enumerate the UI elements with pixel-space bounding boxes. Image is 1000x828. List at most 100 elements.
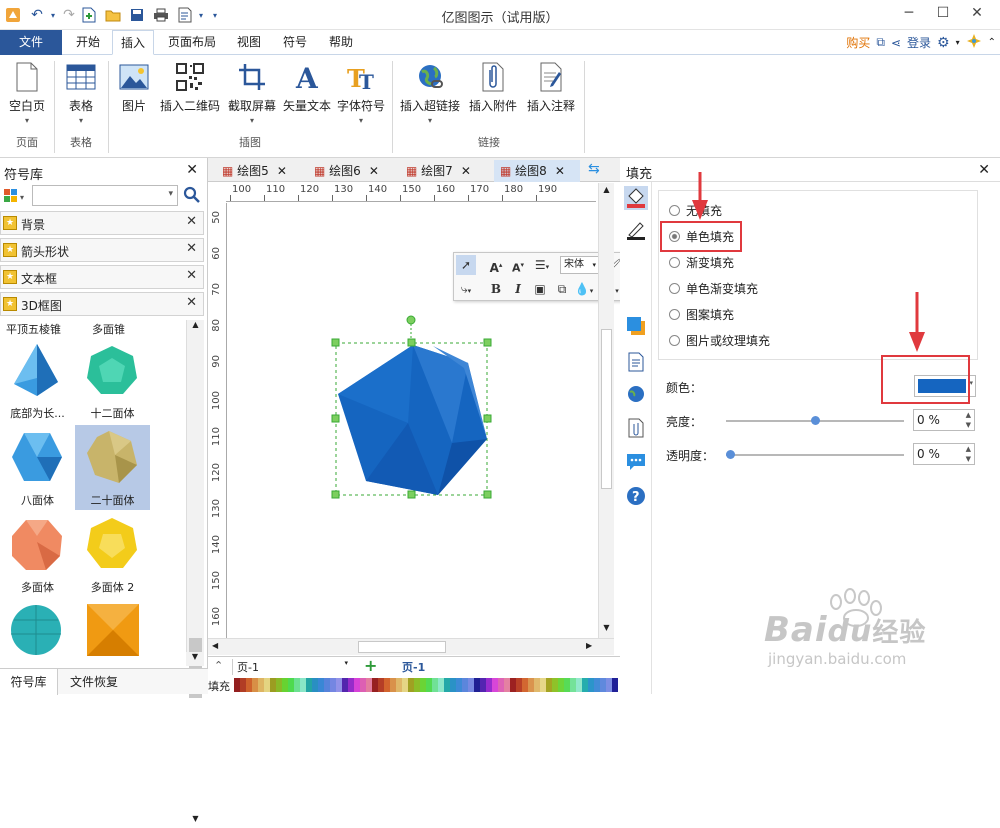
font-shrink-icon[interactable]: A▾	[508, 255, 528, 275]
doc-tab-5[interactable]: ▦ 绘图5 ✕	[222, 160, 287, 182]
share-icon[interactable]: ⋖	[891, 36, 901, 50]
search-dropdown-icon[interactable]: ▾	[168, 189, 173, 199]
select-pointer-icon[interactable]: ➚	[456, 255, 476, 275]
shape-item[interactable]: 底部为长...	[0, 338, 75, 423]
resize-handle[interactable]	[483, 338, 492, 347]
tab-symbol-library[interactable]: 符号库	[0, 669, 58, 695]
page-tab[interactable]: 页-1	[402, 659, 425, 675]
library-menu-icon[interactable]: ▾	[2, 186, 28, 206]
palette-swatch[interactable]	[612, 678, 618, 692]
tab-symbol[interactable]: 符号	[276, 30, 314, 55]
close-window-button[interactable]: ✕	[964, 2, 990, 24]
table-button[interactable]: 表格 ▾	[58, 59, 104, 125]
resize-handle[interactable]	[483, 490, 492, 499]
scroll-up-icon[interactable]: ▲	[187, 320, 204, 334]
collapse-ribbon-icon[interactable]: ⌃	[988, 37, 996, 48]
shadow-icon[interactable]	[626, 316, 646, 336]
category-background[interactable]: ★ 背景 ✕	[0, 211, 204, 235]
italic-icon[interactable]: I	[508, 279, 528, 299]
resize-handle[interactable]	[331, 338, 340, 347]
resize-handle[interactable]	[407, 490, 416, 499]
insert-hyperlink-button[interactable]: 插入超链接 ▾	[398, 59, 462, 125]
share-screen-icon[interactable]: ⧉	[876, 35, 885, 50]
tab-file-recovery[interactable]: 文件恢复	[62, 669, 126, 695]
library-scroll-down-icon[interactable]: ▼	[186, 652, 204, 666]
attachment-doc-icon[interactable]	[626, 418, 646, 438]
connector-icon[interactable]: ⤷▾	[456, 279, 476, 299]
shape-item[interactable]	[0, 598, 75, 658]
insert-annotation-button[interactable]: 插入注释	[524, 59, 578, 114]
fill-color-icon[interactable]: 💧▾	[574, 279, 594, 299]
maximize-button[interactable]: ☐	[930, 2, 956, 24]
shape-item[interactable]	[75, 598, 150, 658]
minimize-button[interactable]: ─	[896, 2, 922, 24]
brightness-slider-knob[interactable]	[811, 416, 820, 425]
resize-handle[interactable]	[407, 338, 416, 347]
login-link[interactable]: 登录	[907, 34, 931, 51]
resize-handle[interactable]	[483, 414, 492, 423]
scroll-up-icon[interactable]: ▲	[599, 185, 614, 194]
library-scrollbar[interactable]: ▲ ▼	[186, 320, 204, 823]
group-icon[interactable]: ⧉	[552, 279, 572, 299]
search-icon[interactable]	[183, 186, 201, 204]
font-grow-icon[interactable]: A▴	[486, 255, 506, 275]
page-bar-collapse-icon[interactable]: ⌃	[214, 659, 223, 672]
color-dropdown-icon[interactable]: ▾	[969, 379, 973, 387]
canvas-vertical-scrollbar[interactable]: ▲ ▼	[598, 183, 614, 638]
scroll-left-icon[interactable]: ◀	[212, 641, 218, 650]
tab-view[interactable]: 视图	[230, 30, 268, 55]
tab-insert[interactable]: 插入	[112, 30, 154, 55]
canvas-horizontal-scrollbar[interactable]: ◀ ▶	[208, 638, 614, 655]
scroll-thumb[interactable]	[358, 641, 446, 653]
vector-text-button[interactable]: A 矢量文本	[280, 59, 334, 114]
library-search-input[interactable]: ▾	[32, 185, 178, 206]
picture-button[interactable]: 图片	[114, 59, 154, 114]
category-close-icon[interactable]: ✕	[186, 241, 197, 256]
line-pen-icon[interactable]	[626, 220, 646, 240]
fill-panel-close-icon[interactable]: ✕	[978, 162, 990, 178]
category-close-icon[interactable]: ✕	[186, 295, 197, 310]
tab-page-layout[interactable]: 页面布局	[160, 30, 224, 55]
shape-item[interactable]: 多面体	[0, 512, 75, 597]
palette-swatches[interactable]	[234, 678, 618, 692]
resize-handle[interactable]	[331, 490, 340, 499]
gear-icon[interactable]: ⚙	[937, 35, 950, 51]
insert-qrcode-button[interactable]: 插入二维码	[158, 59, 222, 114]
rotate-handle[interactable]	[406, 315, 416, 325]
fill-option-solid-gradient[interactable]: 单色渐变填充	[669, 279, 758, 297]
scroll-right-icon[interactable]: ▶	[586, 641, 592, 650]
buy-link[interactable]: 购买	[846, 34, 870, 51]
tab-home[interactable]: 开始	[68, 30, 108, 55]
category-close-icon[interactable]: ✕	[186, 214, 197, 229]
align-text-icon[interactable]: ☰▾	[532, 255, 552, 275]
tab-help[interactable]: 帮助	[322, 30, 360, 55]
hyperlink-globe-icon[interactable]	[626, 384, 646, 404]
transparency-input[interactable]: 0 % ▲ ▼	[913, 443, 975, 465]
category-arrow-shapes[interactable]: ★ 箭头形状 ✕	[0, 238, 204, 262]
doc-tab-7[interactable]: ▦ 绘图7 ✕	[406, 160, 471, 182]
shape-item[interactable]: 八面体	[0, 425, 75, 510]
help-icon[interactable]: ?	[626, 486, 646, 506]
shape-item[interactable]: 十二面体	[75, 338, 150, 423]
library-close-icon[interactable]: ✕	[186, 162, 198, 178]
category-text-box[interactable]: ★ 文本框 ✕	[0, 265, 204, 289]
page-select[interactable]: 页-1 ▾	[232, 659, 352, 675]
insert-attachment-button[interactable]: 插入附件	[466, 59, 520, 114]
transparency-slider[interactable]	[726, 454, 904, 456]
theme-icon[interactable]	[966, 33, 982, 52]
tab-file[interactable]: 文件	[0, 30, 62, 55]
category-close-icon[interactable]: ✕	[186, 268, 197, 283]
transparency-slider-knob[interactable]	[726, 450, 735, 459]
add-page-icon[interactable]: +	[364, 656, 377, 675]
doc-tab-8[interactable]: ▦ 绘图8 ✕	[494, 160, 580, 182]
doc-tab-6[interactable]: ▦ 绘图6 ✕	[314, 160, 379, 182]
category-3d-block[interactable]: ★ 3D框图 ✕	[0, 292, 204, 316]
arrange-icon[interactable]: ▣	[530, 279, 550, 299]
brightness-input[interactable]: 0 % ▲ ▼	[913, 409, 975, 431]
tab-scroll-arrows-icon[interactable]: ⇆	[588, 161, 600, 177]
doc-tab-close-icon[interactable]: ✕	[555, 164, 565, 178]
page-properties-icon[interactable]	[626, 352, 646, 372]
fill-option-picture-texture[interactable]: 图片或纹理填充	[669, 331, 770, 349]
doc-tab-close-icon[interactable]: ✕	[369, 164, 379, 178]
scroll-down-icon[interactable]: ▼	[187, 814, 204, 828]
